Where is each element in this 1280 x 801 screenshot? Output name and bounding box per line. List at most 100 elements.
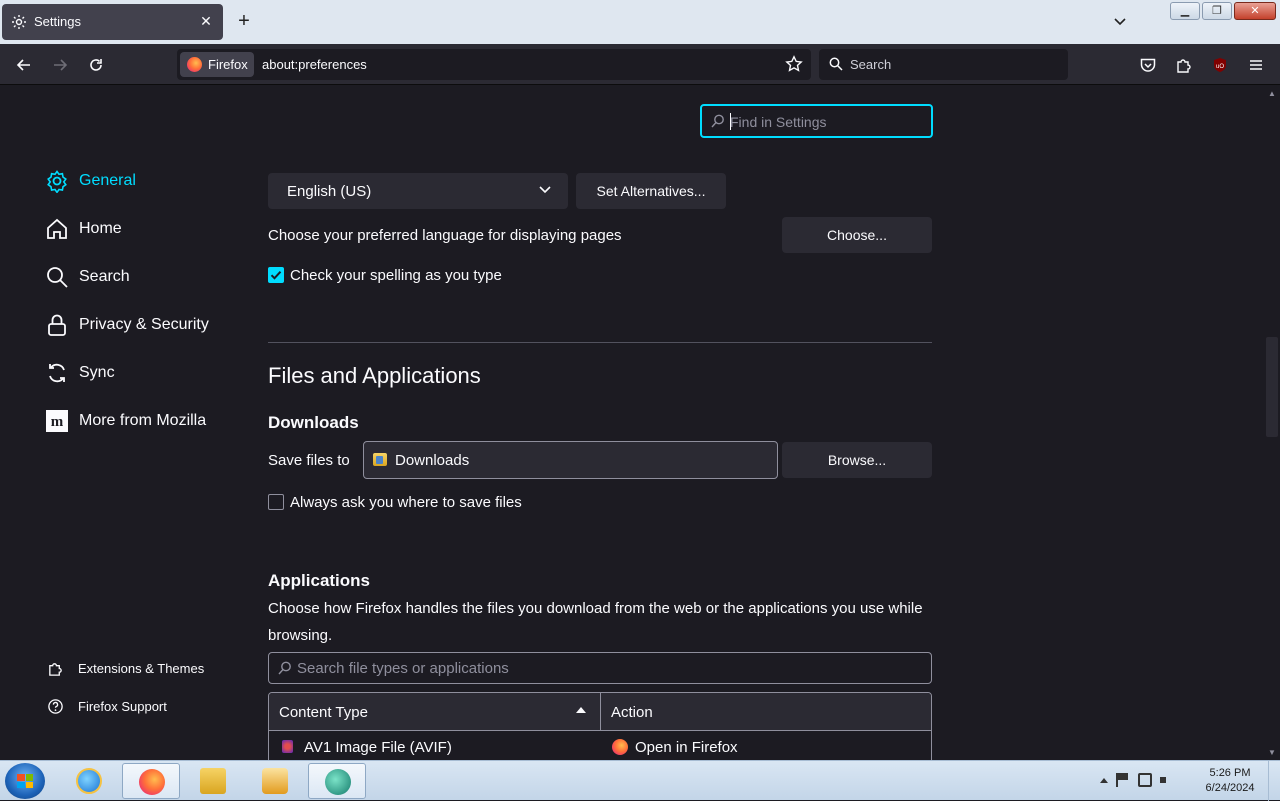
tray-expand-icon[interactable] [1100,777,1108,783]
scroll-down-arrow-icon[interactable]: ▼ [1267,748,1277,757]
sidebar-item-general[interactable]: General [45,167,136,195]
search-icon [278,661,291,675]
downloads-heading: Downloads [268,413,359,432]
taskbar-clock[interactable]: 5:26 PM 6/24/2024 [1200,766,1260,796]
sidebar-item-privacy-security[interactable]: Privacy & Security [45,311,209,339]
sidebar-item-sync[interactable]: Sync [45,359,115,387]
always-ask-label[interactable]: Always ask you where to save files [290,494,522,511]
windows-taskbar: 5:26 PM 6/24/2024 [0,760,1280,801]
tab-title: Settings [34,14,81,29]
restore-button[interactable]: ❐ [1202,2,1232,20]
identity-box[interactable]: Firefox [180,52,254,77]
sync-icon [49,363,65,383]
sidebar-item-home[interactable]: Home [45,215,122,243]
choose-language-button[interactable]: Choose... [782,217,932,253]
url-bar[interactable]: Firefox about:preferences [177,49,811,80]
download-folder-value: Downloads [395,452,470,469]
applications-description: Choose how Firefox handles the files you… [268,600,923,617]
sidebar-firefox-support-link[interactable]: Firefox Support [47,696,167,716]
gear-icon [47,170,67,193]
column-header-content-type[interactable]: Content Type [279,704,368,721]
sidebar-item-search[interactable]: Search [45,263,130,291]
search-icon [47,267,68,288]
ublock-shield-icon: uO [1214,58,1226,72]
identity-label: Firefox [208,57,248,72]
spellcheck-checkbox[interactable] [268,267,284,283]
table-row[interactable]: AV1 Image File (AVIF) Open in Firefox [269,732,931,760]
vertical-scrollbar[interactable]: ▲ ▼ [1264,85,1280,760]
app-bubble-icon [325,769,351,795]
hamburger-menu-icon [1250,60,1262,70]
firefox-logo-icon [612,739,628,755]
save-files-label: Save files to [268,452,350,469]
volume-muted-icon[interactable] [1160,773,1174,787]
taskbar-firefox[interactable] [122,763,180,799]
find-in-settings-placeholder: Find in Settings [730,114,827,130]
sidebar-item-label: Privacy & Security [79,316,209,333]
search-icon [711,114,724,128]
network-icon[interactable] [1138,773,1152,787]
close-tab-button[interactable]: ✕ [197,12,215,30]
internet-explorer-icon [76,768,102,794]
start-button[interactable] [5,763,45,799]
close-icon: ✕ [1250,5,1260,17]
scrollbar-thumb[interactable] [1266,337,1278,437]
taskbar-app[interactable] [308,763,366,799]
reload-button[interactable] [83,52,109,78]
reload-icon [90,59,102,71]
ublock-button[interactable]: uO [1207,52,1233,78]
back-arrow-icon [16,59,30,71]
column-header-action[interactable]: Action [611,704,653,721]
text-caret [730,113,731,130]
window-controls: ▁ ❐ ✕ [1170,2,1276,20]
search-file-types-placeholder: Search file types or applications [297,660,509,677]
gear-icon [12,15,26,29]
search-icon [829,57,843,71]
content-type-cell: AV1 Image File (AVIF) [304,739,452,756]
sidebar-item-more-from-mozilla[interactable]: m More from Mozilla [45,407,206,435]
puzzle-icon [1177,59,1191,73]
chevron-down-icon[interactable] [1111,12,1129,30]
search-file-types-input[interactable]: Search file types or applications [268,652,932,684]
home-icon [47,218,67,239]
set-alternatives-button[interactable]: Set Alternatives... [576,173,726,209]
close-window-button[interactable]: ✕ [1234,2,1276,20]
action-cell[interactable]: Open in Firefox [635,739,738,756]
sidebar-footer-label: Extensions & Themes [78,660,205,676]
language-select[interactable]: English (US) [268,173,568,209]
spellcheck-label[interactable]: Check your spelling as you type [290,267,502,284]
svg-text:uO: uO [1216,64,1224,70]
show-desktop-button[interactable] [1268,761,1280,801]
table-header: Content Type Action [269,693,931,731]
sidebar-extensions-themes-link[interactable]: Extensions & Themes [47,658,204,678]
folder-icon [200,768,226,794]
always-ask-checkbox[interactable] [268,494,284,510]
minimize-button[interactable]: ▁ [1170,2,1200,20]
taskbar-internet-explorer[interactable] [60,763,118,799]
find-in-settings-input[interactable]: Find in Settings [700,104,933,138]
taskbar-file-explorer[interactable] [184,763,242,799]
taskbar-media-player[interactable] [246,763,304,799]
app-menu-button[interactable] [1243,52,1269,78]
extensions-button[interactable] [1171,52,1197,78]
back-button[interactable] [11,52,37,78]
search-bar[interactable]: Search [819,49,1068,80]
section-divider [268,342,932,343]
applications-heading: Applications [268,571,371,590]
action-center-flag-icon[interactable] [1116,773,1130,787]
sidebar-item-label: General [79,172,136,189]
pocket-button[interactable] [1135,52,1161,78]
forward-button[interactable] [47,52,73,78]
sidebar-item-label: Search [79,268,130,285]
url-text[interactable]: about:preferences [262,57,367,72]
browse-button[interactable]: Browse... [782,442,932,478]
download-folder-field: Downloads [363,441,778,479]
folder-icon [373,453,387,466]
bookmark-star-icon[interactable] [785,55,803,73]
new-tab-button[interactable]: + [234,11,254,31]
scroll-up-arrow-icon[interactable]: ▲ [1267,89,1277,98]
mozilla-icon: m [46,410,68,432]
sidebar-item-label: Sync [79,364,115,381]
tab-settings[interactable]: Settings ✕ [2,4,223,40]
language-select-value: English (US) [287,183,372,200]
